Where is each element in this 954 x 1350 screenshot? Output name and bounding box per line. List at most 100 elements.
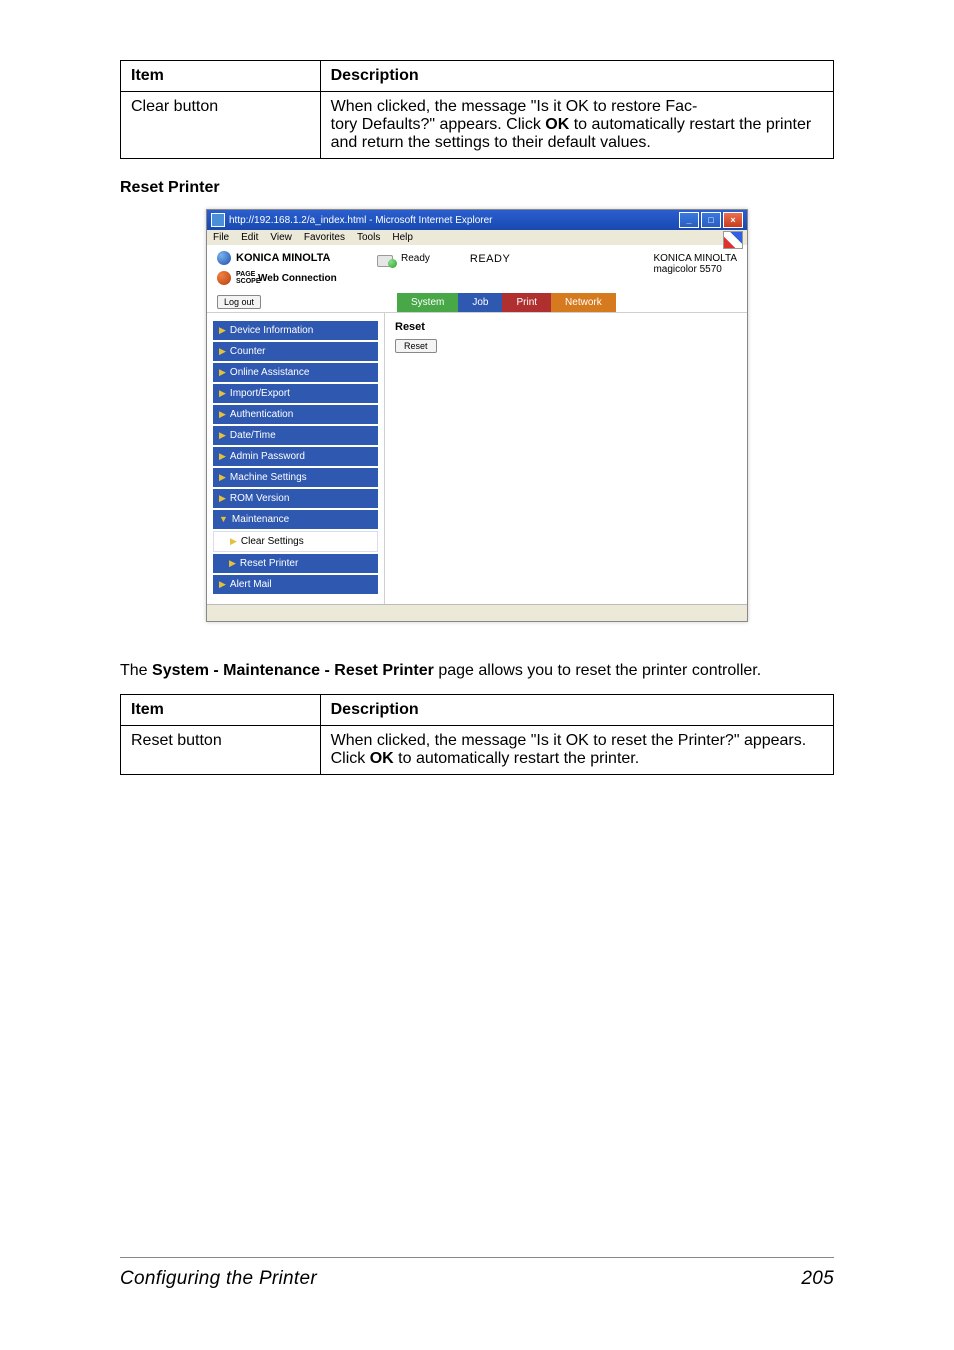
nav-label: Clear Settings (241, 536, 304, 547)
clear-button-table: Item Description Clear button When click… (120, 60, 834, 159)
explain-text-bold: System - Maintenance - Reset Printer (152, 662, 434, 679)
model-brand: KONICA MINOLTA (653, 253, 737, 264)
tab-job[interactable]: Job (458, 293, 502, 312)
reset-printer-heading: Reset Printer (120, 179, 834, 197)
nav-alert-mail[interactable]: ▶ Alert Mail (213, 575, 378, 594)
footer-title: Configuring the Printer (120, 1268, 317, 1290)
td-item-clear: Clear button (121, 92, 321, 159)
chevron-right-icon: ▶ (219, 325, 226, 335)
browser-window: http://192.168.1.2/a_index.html - Micros… (206, 209, 748, 622)
th-item: Item (121, 695, 321, 726)
menu-help[interactable]: Help (392, 232, 413, 243)
nav-label: Reset Printer (240, 558, 298, 569)
window-title: http://192.168.1.2/a_index.html - Micros… (229, 215, 679, 226)
printer-ready-icon (377, 253, 395, 267)
desc-text-line1: When clicked, the message "Is it OK to r… (331, 98, 698, 115)
sidebar: ▶Device Information ▶Counter ▶Online Ass… (207, 313, 385, 604)
desc-text-ok: OK (370, 750, 394, 767)
maximize-button[interactable]: □ (701, 212, 721, 228)
chevron-right-icon: ▶ (219, 472, 226, 482)
chevron-right-icon: ▶ (219, 367, 226, 377)
statusbar (207, 604, 747, 621)
menubar: File Edit View Favorites Tools Help (207, 230, 747, 245)
page-footer: Configuring the Printer 205 (120, 1257, 834, 1350)
reset-button-table: Item Description Reset button When click… (120, 694, 834, 775)
ie-icon (211, 213, 225, 227)
menu-view[interactable]: View (270, 232, 292, 243)
explain-text-1: The (120, 662, 152, 679)
chevron-right-icon: ▶ (219, 409, 226, 419)
nav-device-information[interactable]: ▶ Device Information (213, 321, 378, 340)
pagescope-icon (217, 271, 231, 285)
nav-admin-password[interactable]: ▶ Admin Password (213, 447, 378, 466)
ie-flag-icon (723, 231, 743, 249)
th-description: Description (320, 695, 833, 726)
nav-reset-printer[interactable]: ▶ Reset Printer (213, 554, 378, 573)
minimize-button[interactable]: _ (679, 212, 699, 228)
menu-favorites[interactable]: Favorites (304, 232, 345, 243)
chevron-right-icon: ▶ (219, 388, 226, 398)
chevron-right-icon: ▶ (219, 451, 226, 461)
tabs: System Job Print Network (397, 293, 747, 312)
th-description: Description (320, 61, 833, 92)
reset-button[interactable]: Reset (395, 339, 437, 353)
nav-import-export[interactable]: ▶ Import/Export (213, 384, 378, 403)
close-button[interactable]: × (723, 212, 743, 228)
brand-text: KONICA MINOLTA (236, 252, 331, 264)
nav-authentication[interactable]: ▶ Authentication (213, 405, 378, 424)
chevron-right-icon: ▶ (219, 493, 226, 503)
globe-icon (217, 251, 231, 265)
explain-text: The System - Maintenance - Reset Printer… (120, 660, 834, 682)
desc-text-ok: OK (545, 116, 569, 133)
nav-label: Admin Password (230, 451, 305, 462)
nav-rom-version[interactable]: ▶ ROM Version (213, 489, 378, 508)
chevron-right-icon: ▶ (230, 536, 237, 546)
tab-print[interactable]: Print (502, 293, 551, 312)
desc-text-line2a: tory Defaults?" appears. Click (331, 116, 546, 133)
chevron-right-icon: ▶ (219, 430, 226, 440)
explain-text-2: page allows you to reset the printer con… (434, 662, 761, 679)
titlebar: http://192.168.1.2/a_index.html - Micros… (207, 210, 747, 230)
nav-label: Machine Settings (230, 472, 307, 483)
td-item-reset: Reset button (121, 726, 321, 775)
td-desc-reset: When clicked, the message "Is it OK to r… (320, 726, 833, 775)
chevron-right-icon: ▶ (229, 558, 236, 568)
pagescope-text: Web Connection (258, 273, 337, 284)
tab-network[interactable]: Network (551, 293, 616, 312)
nav-label: Device Information (230, 325, 313, 336)
chevron-down-icon: ▼ (219, 514, 228, 524)
logout-button[interactable]: Log out (217, 295, 261, 309)
menu-file[interactable]: File (213, 232, 229, 243)
konica-minolta-logo: KONICA MINOLTA (217, 251, 377, 265)
page-number: 205 (801, 1268, 834, 1290)
chevron-right-icon: ▶ (219, 579, 226, 589)
nav-label: ROM Version (230, 493, 289, 504)
nav-label: Authentication (230, 409, 293, 420)
nav-machine-settings[interactable]: ▶ Machine Settings (213, 468, 378, 487)
ready-status: READY (470, 253, 510, 265)
pagescope-prefix: PAGE SCOPE (236, 271, 258, 285)
ready-label-small: Ready (401, 253, 430, 264)
nav-counter[interactable]: ▶Counter (213, 342, 378, 361)
nav-label: Date/Time (230, 430, 276, 441)
tab-system[interactable]: System (397, 293, 458, 312)
nav-label: Counter (230, 346, 266, 357)
nav-label: Maintenance (232, 514, 289, 525)
main-panel: Reset Reset (385, 313, 747, 604)
pagescope-logo: PAGE SCOPE Web Connection (217, 271, 377, 285)
nav-maintenance[interactable]: ▼ Maintenance (213, 510, 378, 529)
desc-text-2: to automatically restart the printer. (394, 750, 639, 767)
menu-edit[interactable]: Edit (241, 232, 258, 243)
nav-date-time[interactable]: ▶ Date/Time (213, 426, 378, 445)
panel-title: Reset (395, 321, 737, 333)
menu-tools[interactable]: Tools (357, 232, 380, 243)
app-header: KONICA MINOLTA PAGE SCOPE Web Connection… (207, 245, 747, 291)
nav-label: Alert Mail (230, 579, 272, 590)
nav-label: Import/Export (230, 388, 290, 399)
nav-label: Online Assistance (230, 367, 310, 378)
td-desc-clear: When clicked, the message "Is it OK to r… (320, 92, 833, 159)
model-name: magicolor 5570 (653, 264, 737, 275)
th-item: Item (121, 61, 321, 92)
nav-clear-settings[interactable]: ▶ Clear Settings (213, 531, 378, 552)
nav-online-assistance[interactable]: ▶ Online Assistance (213, 363, 378, 382)
